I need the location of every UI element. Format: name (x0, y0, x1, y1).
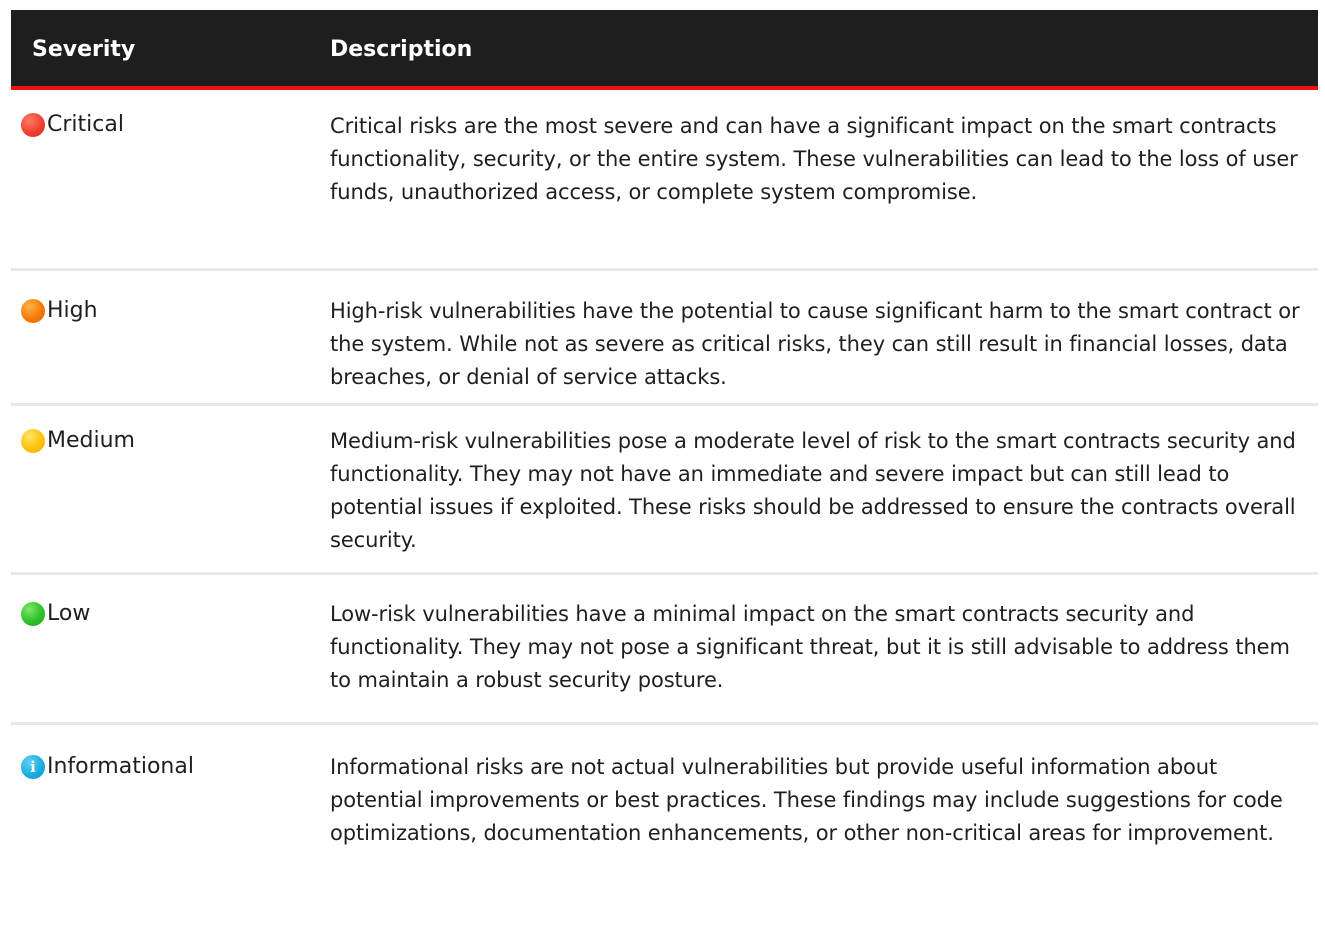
severity-cell: Critical (21, 109, 124, 141)
description-cell: Low-risk vulnerabilities have a minimal … (330, 602, 1290, 692)
table-header: Severity Description (11, 10, 1318, 90)
header-severity: Severity (32, 37, 136, 62)
description-cell: High-risk vulnerabilities have the poten… (330, 299, 1300, 389)
description-cell: Medium-risk vulnerabilities pose a moder… (330, 429, 1296, 552)
orange-circle-icon (21, 299, 45, 323)
severity-label: High (47, 298, 98, 323)
severity-label: Medium (47, 428, 135, 453)
severity-cell: Low (21, 598, 90, 630)
green-circle-icon (21, 602, 45, 626)
severity-cell: i Informational (21, 751, 194, 783)
table-row-informational: i Informational Informational risks are … (11, 725, 1318, 900)
yellow-circle-icon (21, 429, 45, 453)
description-cell: Critical risks are the most severe and c… (330, 114, 1298, 204)
red-circle-icon (21, 113, 45, 137)
info-icon: i (21, 755, 45, 779)
header-description: Description (330, 37, 473, 62)
severity-label: Low (47, 601, 91, 626)
severity-label: Informational (47, 754, 194, 779)
description-cell: Informational risks are not actual vulne… (330, 755, 1283, 845)
table-row-medium: Medium Medium-risk vulnerabilities pose … (11, 406, 1318, 575)
severity-cell: High (21, 295, 98, 327)
severity-table: Severity Description Critical Critical r… (11, 10, 1318, 900)
table-row-low: Low Low-risk vulnerabilities have a mini… (11, 575, 1318, 725)
table-row-high: High High-risk vulnerabilities have the … (11, 271, 1318, 406)
severity-cell: Medium (21, 425, 135, 457)
table-row-critical: Critical Critical risks are the most sev… (11, 90, 1318, 271)
severity-label: Critical (47, 112, 124, 137)
